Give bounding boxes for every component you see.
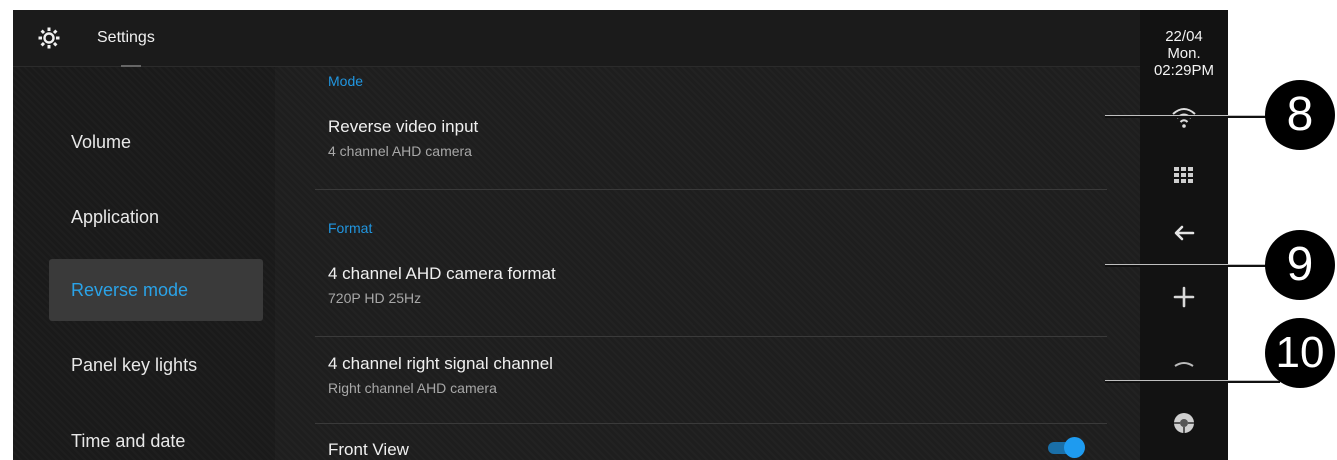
divider <box>315 189 1107 190</box>
settings-sidebar: Volume Application Reverse mode Panel ke… <box>13 65 275 460</box>
setting-row-right-signal-channel[interactable]: 4 channel right signal channel Right cha… <box>328 354 1068 396</box>
front-view-toggle[interactable] <box>1048 437 1085 458</box>
settings-content: Mode Reverse video input 4 channel AHD c… <box>275 67 1153 460</box>
status-day: Mon. <box>1167 45 1201 62</box>
steering-wheel-icon[interactable] <box>1169 408 1199 438</box>
page-title: Settings <box>97 29 155 46</box>
gear-icon[interactable] <box>37 26 61 50</box>
setting-value: 720P HD 25Hz <box>328 290 422 306</box>
setting-row-ahd-camera-format[interactable]: 4 channel AHD camera format 720P HD 25Hz <box>328 264 1068 306</box>
callout-9: 9 <box>1265 230 1335 300</box>
status-date: 22/04 <box>1165 28 1203 45</box>
brightness-icon[interactable] <box>1169 348 1199 378</box>
sidebar-item-volume[interactable]: Volume <box>49 111 263 173</box>
back-arrow-icon[interactable] <box>1169 218 1199 248</box>
setting-row-reverse-video-input[interactable]: Reverse video input 4 channel AHD camera <box>328 117 1068 159</box>
divider <box>315 336 1107 337</box>
callout-10: 10 <box>1265 318 1335 388</box>
callout-line-8 <box>1105 115 1280 118</box>
toggle-thumb <box>1064 437 1085 458</box>
callout-8: 8 <box>1265 80 1335 150</box>
setting-title: 4 channel AHD camera format <box>328 264 556 283</box>
sidebar-item-reverse-mode[interactable]: Reverse mode <box>49 259 263 321</box>
settings-screen: Settings Volume Application Reverse mode… <box>13 10 1153 460</box>
section-heading-format: Format <box>328 220 373 236</box>
setting-title: 4 channel right signal channel <box>328 354 553 373</box>
divider <box>315 423 1107 424</box>
setting-title: Reverse video input <box>328 117 479 136</box>
fan-icon[interactable] <box>1169 282 1199 312</box>
top-bar: Settings <box>13 10 1153 67</box>
sidebar-item-time-and-date[interactable]: Time and date <box>49 410 263 460</box>
callout-line-10 <box>1105 380 1280 383</box>
setting-value: Right channel AHD camera <box>328 380 497 396</box>
sidebar-item-application[interactable]: Application <box>49 186 263 248</box>
setting-title: Front View <box>328 440 409 459</box>
sidebar-item-panel-key-lights[interactable]: Panel key lights <box>49 334 263 396</box>
setting-value: 4 channel AHD camera <box>328 143 472 159</box>
section-heading-mode: Mode <box>328 73 364 89</box>
apps-grid-icon[interactable] <box>1169 160 1199 190</box>
status-time: 02:29PM <box>1153 62 1215 79</box>
setting-row-front-view[interactable]: Front View <box>328 440 1068 460</box>
status-sidebar: 22/04 Mon. 02:29PM <box>1140 10 1228 460</box>
callout-line-9 <box>1105 264 1280 267</box>
scrolled-item-remnant <box>121 61 141 67</box>
